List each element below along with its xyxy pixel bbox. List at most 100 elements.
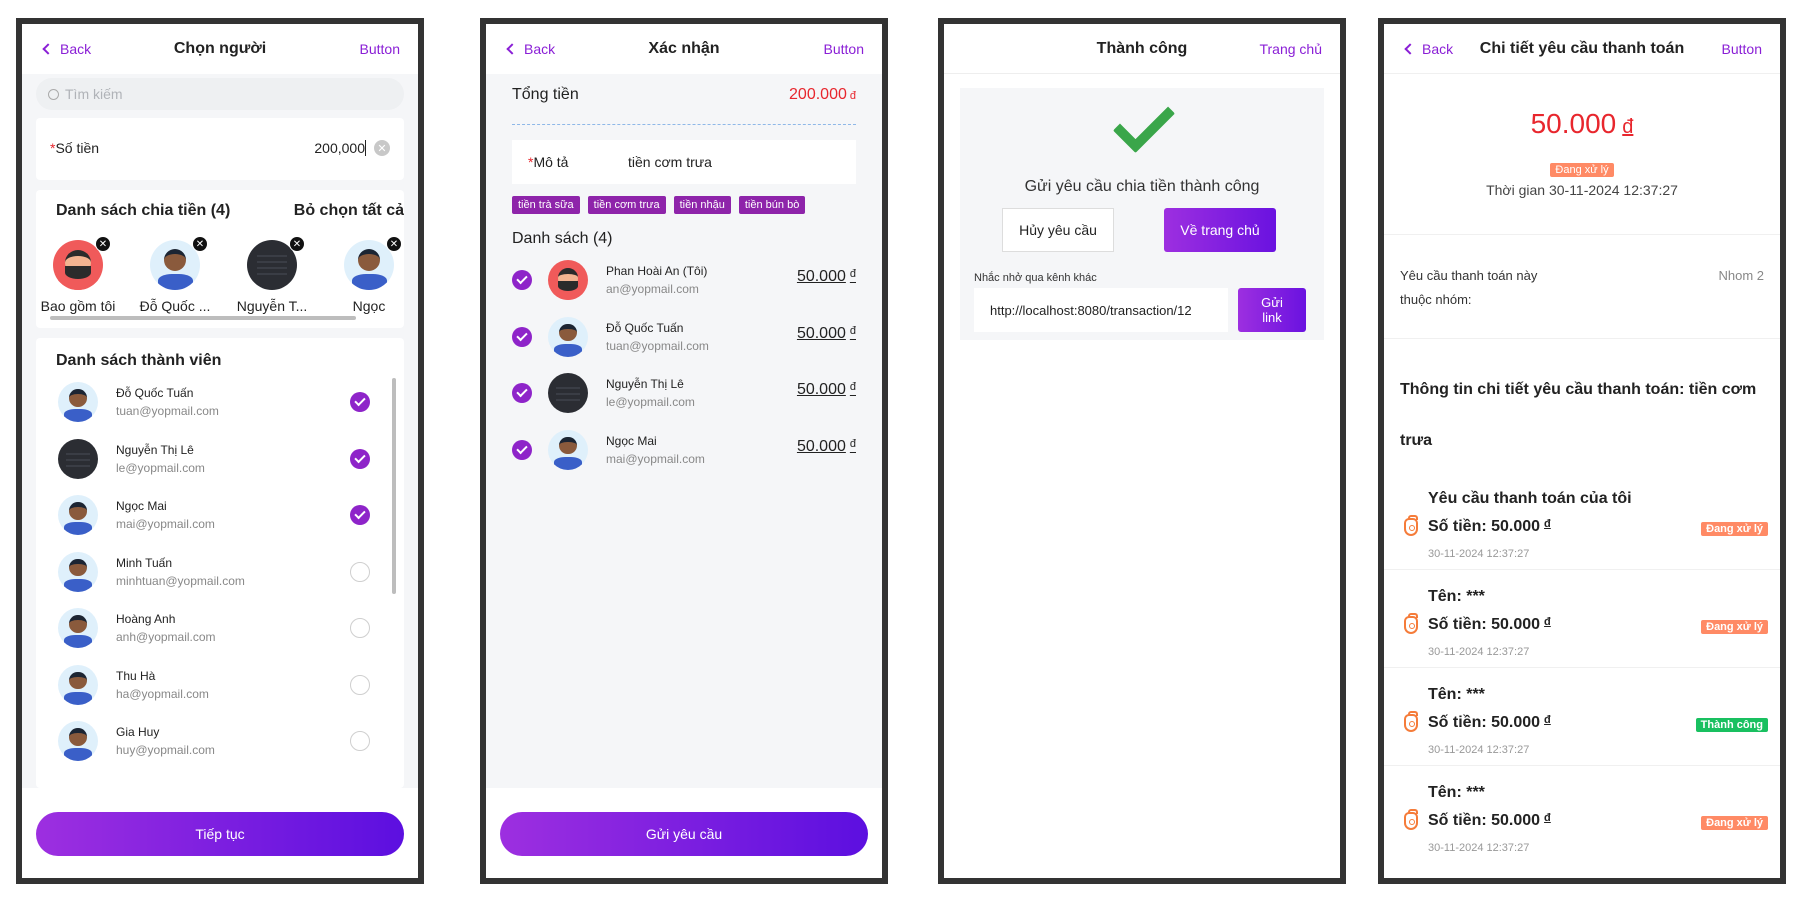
split-person[interactable]: ✕ Đỗ Quốc ... xyxy=(127,236,223,314)
remove-icon[interactable]: ✕ xyxy=(289,236,305,252)
amount-card: *Số tiền 200,000 ✕ xyxy=(36,118,404,180)
recipient-name: Phan Hoài An (Tôi) xyxy=(606,264,708,278)
amount-value: 200,000 xyxy=(314,140,365,156)
split-person[interactable]: ✕ Bao gồm tôi xyxy=(36,236,126,314)
screen-confirm: Back Xác nhận Button Tổng tiền 200.000 đ … xyxy=(480,18,888,884)
header-button[interactable]: Button xyxy=(360,41,400,57)
send-link-button[interactable]: Gửi link xyxy=(1238,288,1306,332)
checked-icon[interactable] xyxy=(512,383,532,403)
unchecked-icon[interactable] xyxy=(350,618,370,638)
remove-icon[interactable]: ✕ xyxy=(95,236,111,252)
recipient-name: Ngọc Mai xyxy=(606,433,657,448)
remove-icon[interactable]: ✕ xyxy=(386,236,402,252)
recipient-amount[interactable]: 50.000 đ xyxy=(797,438,856,456)
payment-request-item[interactable]: Tên: *** Số tiền: 50.000 đ 30-11-2024 12:37… xyxy=(1384,766,1780,864)
member-row[interactable]: Gia Huy huy@yopmail.com xyxy=(36,713,404,765)
chevron-left-icon xyxy=(506,43,518,55)
request-status-badge: Đang xử lý xyxy=(1701,522,1768,536)
split-person[interactable]: ✕ Nguyễn T... xyxy=(224,236,320,314)
member-email: huy@yopmail.com xyxy=(116,743,215,757)
unchecked-icon[interactable] xyxy=(350,561,370,582)
header-button[interactable]: Button xyxy=(1722,41,1762,57)
search-placeholder: Tìm kiếm xyxy=(65,86,123,102)
unchecked-icon[interactable] xyxy=(350,674,370,695)
recipient-amount[interactable]: 50.000 đ xyxy=(797,268,856,286)
deselect-all-button[interactable]: Bỏ chọn tất cả xyxy=(294,202,404,220)
member-row[interactable]: Ngọc Mai mai@yopmail.com xyxy=(36,487,404,539)
header-button[interactable]: Button xyxy=(824,41,864,57)
confirm-card: Tổng tiền 200.000 đ *Mô tả tiền cơm trưa … xyxy=(498,74,870,488)
payment-request-item[interactable]: Tên: *** Số tiền: 50.000 đ 30-11-2024 12:37… xyxy=(1384,570,1780,668)
back-button[interactable]: Back xyxy=(506,41,555,57)
status-badge: Đang xử lý xyxy=(1550,163,1614,177)
payment-request-item[interactable]: Yêu cầu thanh toán của tôi Số tiền: 50.00… xyxy=(1384,472,1780,570)
recipient-amount[interactable]: 50.000 đ xyxy=(797,381,856,399)
member-row[interactable]: Đỗ Quốc Tuấn tuan@yopmail.com xyxy=(36,374,404,426)
success-message: Gửi yêu cầu chia tiền thành công xyxy=(1024,178,1260,195)
tag-chip[interactable]: tiền trà sữa xyxy=(512,196,580,214)
money-bag-icon xyxy=(1404,613,1418,634)
recipient-row[interactable]: Phan Hoài An (Tôi) an@yopmail.com 50.000 đ xyxy=(512,256,856,308)
amount-field[interactable]: *Số tiền 200,000 ✕ xyxy=(50,128,390,168)
request-date: 30-11-2024 12:37:27 xyxy=(1428,548,1530,560)
recipient-row[interactable]: Nguyễn Thị Lê le@yopmail.com 50.000 đ xyxy=(512,369,856,421)
request-title: Tên: *** xyxy=(1428,686,1485,703)
member-row[interactable]: Hoàng Anh anh@yopmail.com xyxy=(36,600,404,652)
boy-avatar xyxy=(58,551,98,592)
member-row[interactable]: Nguyễn Thị Lê le@yopmail.com xyxy=(36,431,404,483)
checked-icon[interactable] xyxy=(512,270,532,290)
send-request-button[interactable]: Gửi yêu cầu xyxy=(500,812,868,856)
checked-icon[interactable] xyxy=(350,448,370,469)
search-input[interactable]: Tìm kiếm xyxy=(36,78,404,110)
header: Back Chi tiết yêu cầu thanh toán Button xyxy=(1384,24,1780,74)
request-amount: Số tiền: 50.000 đ xyxy=(1428,518,1551,535)
checked-icon[interactable] xyxy=(350,505,370,525)
unchecked-icon[interactable] xyxy=(350,731,370,751)
request-amount: Số tiền: 50.000 đ xyxy=(1428,714,1551,731)
checked-icon[interactable] xyxy=(512,439,532,460)
tag-chip[interactable]: tiền nhậu xyxy=(673,196,731,214)
dark-avatar xyxy=(58,438,98,479)
recipient-row[interactable]: Đỗ Quốc Tuấn tuan@yopmail.com 50.000 đ xyxy=(512,313,856,365)
go-home-button[interactable]: Về trang chủ xyxy=(1164,208,1276,252)
back-button[interactable]: Back xyxy=(42,41,91,57)
checkmark-icon xyxy=(1112,90,1176,154)
clear-icon[interactable]: ✕ xyxy=(374,140,390,156)
payment-request-item[interactable]: Tên: *** Số tiền: 50.000 đ 30-11-2024 12:37… xyxy=(1384,668,1780,766)
tag-chip[interactable]: tiền cơm trưa xyxy=(587,196,666,214)
continue-button[interactable]: Tiếp tục xyxy=(36,812,404,856)
split-person-name: Bao gồm tôi xyxy=(40,298,116,314)
checked-icon[interactable] xyxy=(512,326,532,347)
member-row[interactable]: Thu Hà ha@yopmail.com xyxy=(36,657,404,709)
remind-label: Nhắc nhở qua kênh khác xyxy=(974,272,1097,284)
member-name: Minh Tuấn xyxy=(116,555,173,570)
member-email: anh@yopmail.com xyxy=(116,630,216,644)
description-field[interactable]: *Mô tả tiền cơm trưa xyxy=(512,140,856,184)
page-title: Chi tiết yêu cầu thanh toán xyxy=(1479,39,1685,57)
money-bag-icon xyxy=(1404,515,1418,536)
recipient-name: Đỗ Quốc Tuấn xyxy=(606,320,684,335)
boy-avatar xyxy=(548,316,588,357)
remove-icon[interactable]: ✕ xyxy=(192,236,208,252)
checked-icon[interactable] xyxy=(350,392,370,412)
link-field[interactable]: http://localhost:8080/transaction/12 xyxy=(974,288,1228,332)
recipient-amount[interactable]: 50.000 đ xyxy=(797,325,856,343)
request-status-badge: Đang xử lý xyxy=(1701,816,1768,830)
total-value: 200.000 đ xyxy=(789,86,856,103)
member-row[interactable]: Minh Tuấn minhtuan@yopmail.com xyxy=(36,544,404,596)
description-label: *Mô tả xyxy=(528,154,569,170)
home-link[interactable]: Trang chủ xyxy=(1259,41,1322,57)
money-bag-icon xyxy=(1404,809,1418,830)
back-button[interactable]: Back xyxy=(1404,41,1453,57)
cancel-request-button[interactable]: Hủy yêu cầu xyxy=(1002,208,1114,252)
amount-label: *Số tiền xyxy=(50,140,100,156)
recipient-row[interactable]: Ngọc Mai mai@yopmail.com 50.000 đ xyxy=(512,426,856,478)
list-title: Danh sách (4) xyxy=(512,230,613,247)
request-title: Yêu cầu thanh toán của tôi xyxy=(1428,490,1632,507)
split-person[interactable]: ✕ Ngọc xyxy=(321,236,404,314)
horizontal-scrollbar[interactable] xyxy=(50,316,356,320)
send-link-label: link xyxy=(1262,310,1282,325)
tag-chip[interactable]: tiền bún bò xyxy=(738,196,806,214)
search-icon xyxy=(48,88,59,100)
member-email: le@yopmail.com xyxy=(116,460,205,475)
